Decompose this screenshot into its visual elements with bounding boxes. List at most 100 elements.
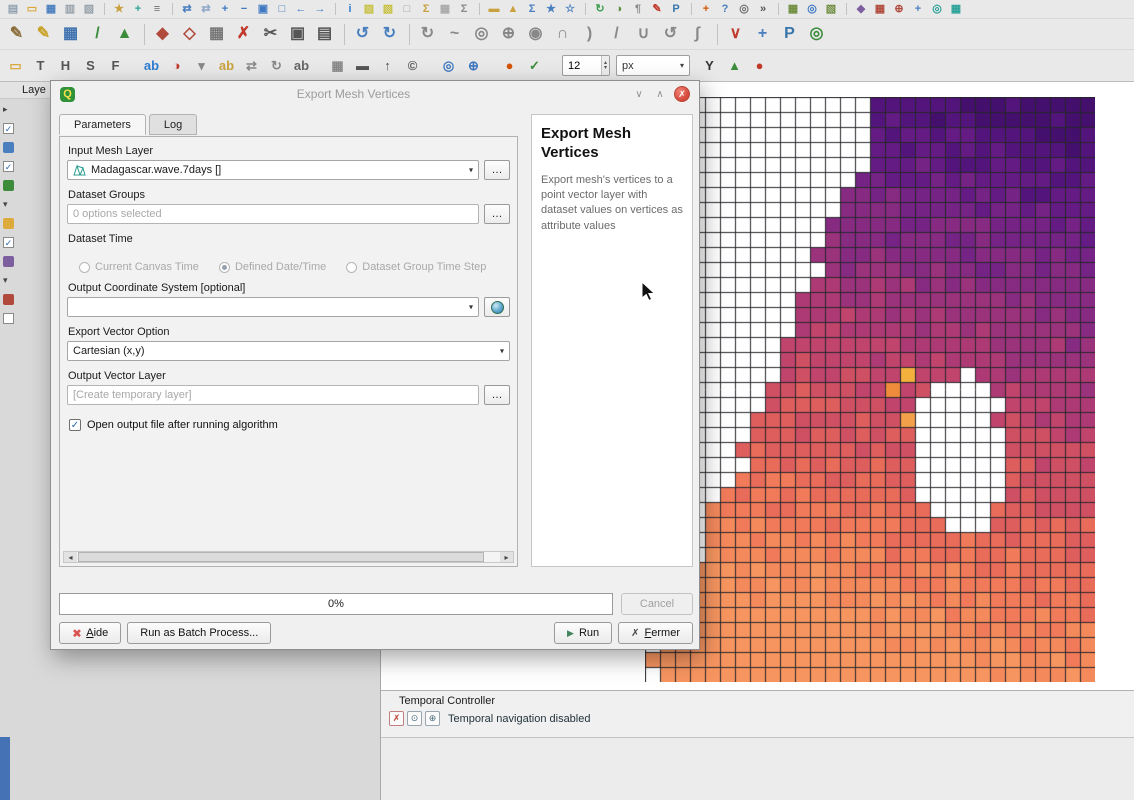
vertex-editor-tool-icon[interactable]: Y (698, 54, 721, 77)
zoom-to-selection-icon[interactable]: □ (273, 2, 291, 17)
layer-checkbox[interactable]: ✓ (3, 123, 14, 134)
temporal-navigation-button-icon[interactable]: ● (498, 54, 521, 77)
add-ring-icon[interactable]: ◎ (469, 22, 494, 47)
layer-checkbox[interactable]: ✓ (3, 161, 14, 172)
close-icon[interactable]: ✗ (674, 86, 690, 102)
topology-checker-icon[interactable]: ▲ (723, 54, 746, 77)
help-button[interactable]: ✚ Aide (59, 622, 121, 644)
run-as-batch-button[interactable]: Run as Batch Process... (127, 622, 271, 644)
current-edits-icon[interactable]: ✎ (4, 22, 29, 47)
horizontal-scrollbar[interactable]: ◂ ▸ (63, 551, 514, 563)
fill-ring-icon[interactable]: ◉ (523, 22, 548, 47)
input-mesh-layer-combo[interactable]: Madagascar.wave.7days [] ▾ (67, 160, 479, 180)
split-features-icon[interactable]: / (604, 22, 629, 47)
export-vector-option-combo[interactable]: Cartesian (x,y) ▾ (67, 341, 510, 361)
locator-search-icon[interactable]: ◎ (735, 2, 753, 17)
deselect-all-icon[interactable]: □ (398, 2, 416, 17)
metasearch-icon[interactable]: ◎ (803, 2, 821, 17)
zoom-last-icon[interactable]: ← (292, 2, 310, 17)
delete-selected-icon[interactable]: ✗ (231, 22, 256, 47)
add-polygon-feature-icon[interactable]: ▲ (112, 22, 137, 47)
output-vector-layer-browse-button[interactable]: … (484, 385, 510, 405)
georeferencer-icon[interactable]: ⊕ (890, 2, 908, 17)
vertex-tool-current-layer-icon[interactable]: ◇ (177, 22, 202, 47)
rotate-label-icon[interactable]: ↻ (265, 54, 288, 77)
new-project-icon[interactable]: ▤ (4, 2, 22, 17)
raster-calculator-icon[interactable]: ▦ (871, 2, 889, 17)
north-arrow-icon[interactable]: ↑ (376, 54, 399, 77)
select-crs-button[interactable] (484, 297, 510, 317)
statistics-icon[interactable]: Σ (523, 2, 541, 17)
multi-edit-attributes-icon[interactable]: ▦ (204, 22, 229, 47)
output-crs-combo[interactable]: ▾ (67, 297, 479, 317)
expand-chevron-icon[interactable]: ▾ (3, 275, 14, 286)
layer-labeling-options-icon[interactable]: ab (140, 54, 163, 77)
chevron-down-icon[interactable]: ∨ (632, 89, 646, 100)
scrollbar-track[interactable] (77, 552, 500, 562)
map-theme-check-icon[interactable]: ✓ (523, 54, 546, 77)
scrollbar-thumb[interactable] (78, 552, 484, 562)
mesh-calculator-icon[interactable]: ▦ (947, 2, 965, 17)
undo-icon[interactable]: ↺ (350, 22, 375, 47)
osm-place-search-icon[interactable]: ◎ (804, 22, 829, 47)
zoom-full-icon[interactable]: ▣ (254, 2, 272, 17)
reshape-features-icon[interactable]: ∩ (550, 22, 575, 47)
identify-features-icon[interactable]: i (341, 2, 359, 17)
scroll-right-icon[interactable]: ▸ (500, 552, 513, 562)
open-output-checkbox[interactable]: ✓ (69, 419, 81, 431)
text-annotation-icon[interactable]: ✎ (648, 2, 666, 17)
input-mesh-layer-browse-button[interactable]: … (484, 160, 510, 180)
style-manager-icon[interactable]: ★ (110, 2, 128, 17)
dataset-groups-browse-button[interactable]: … (484, 204, 510, 224)
run-button[interactable]: ▶ Run (554, 622, 612, 644)
toolbar-overflow-icon[interactable]: » (754, 2, 772, 17)
paste-features-icon[interactable]: ▤ (312, 22, 337, 47)
map-tips-icon[interactable]: ¶ (629, 2, 647, 17)
output-vector-layer-field[interactable]: [Create temporary layer] (67, 385, 479, 405)
pan-map-icon[interactable]: ⇄ (178, 2, 196, 17)
chevron-up-icon[interactable]: ∧ (653, 89, 667, 100)
animated-mode-icon[interactable]: ⊕ (425, 711, 440, 726)
processing-toolbox-icon[interactable]: + (697, 2, 715, 17)
new-map-annotation-icon[interactable]: ▭ (4, 54, 27, 77)
vector-toolbox-icon[interactable]: ◆ (852, 2, 870, 17)
unit-combo[interactable]: px ▾ (616, 55, 690, 76)
scroll-left-icon[interactable]: ◂ (64, 552, 77, 562)
gps-connect-icon[interactable]: ⊕ (462, 54, 485, 77)
cancel-button[interactable]: Cancel (621, 593, 693, 615)
zoom-next-icon[interactable]: → (311, 2, 329, 17)
highlight-pinned-labels-icon[interactable]: ab (215, 54, 238, 77)
new-bookmark-icon[interactable]: ☆ (561, 2, 579, 17)
radio-dataset-group-time-step[interactable]: Dataset Group Time Step (346, 261, 486, 273)
snapping-options-icon[interactable]: ∨ (723, 22, 748, 47)
select-by-expression-icon[interactable]: Σ (417, 2, 435, 17)
save-project-icon[interactable]: ▦ (42, 2, 60, 17)
text-annotation-tool-icon[interactable]: T (29, 54, 52, 77)
dialog-titlebar[interactable]: Q Export Mesh Vertices ∨ ∧ ✗ (51, 81, 699, 107)
simplify-feature-icon[interactable]: ~ (442, 22, 467, 47)
measure-area-icon[interactable]: ▲ (504, 2, 522, 17)
dataset-groups-field[interactable]: 0 options selected (67, 204, 479, 224)
html-annotation-icon[interactable]: H (54, 54, 77, 77)
vertex-tool-all-layers-icon[interactable]: ◆ (150, 22, 175, 47)
measure-line-icon[interactable]: ▬ (485, 2, 503, 17)
plugin-manager-icon[interactable]: + (909, 2, 927, 17)
toggle-editing-icon[interactable]: ✎ (31, 22, 56, 47)
data-source-manager-icon[interactable]: + (129, 2, 147, 17)
python-console-icon[interactable]: P (667, 2, 685, 17)
field-calculator-icon[interactable]: Σ (455, 2, 473, 17)
spinner-arrows[interactable]: ▴▾ (601, 56, 609, 75)
pin-unpin-labels-icon[interactable]: ▾ (190, 54, 213, 77)
temporal-navigation-off-icon[interactable]: ✗ (389, 711, 404, 726)
zoom-in-icon[interactable]: + (216, 2, 234, 17)
trace-tool-icon[interactable]: ∫ (685, 22, 710, 47)
layer-checkbox[interactable]: ✓ (3, 237, 14, 248)
expand-chevron-icon[interactable]: ▾ (3, 199, 14, 210)
plugins-toolbar-icon[interactable]: + (750, 22, 775, 47)
tab-log[interactable]: Log (149, 114, 197, 135)
merge-features-icon[interactable]: ∪ (631, 22, 656, 47)
expand-chevron-icon[interactable]: ▸ (3, 104, 14, 115)
show-bookmarks-icon[interactable]: ★ (542, 2, 560, 17)
select-polygon-icon[interactable]: ▧ (379, 2, 397, 17)
db-manager-icon[interactable]: ▦ (784, 2, 802, 17)
